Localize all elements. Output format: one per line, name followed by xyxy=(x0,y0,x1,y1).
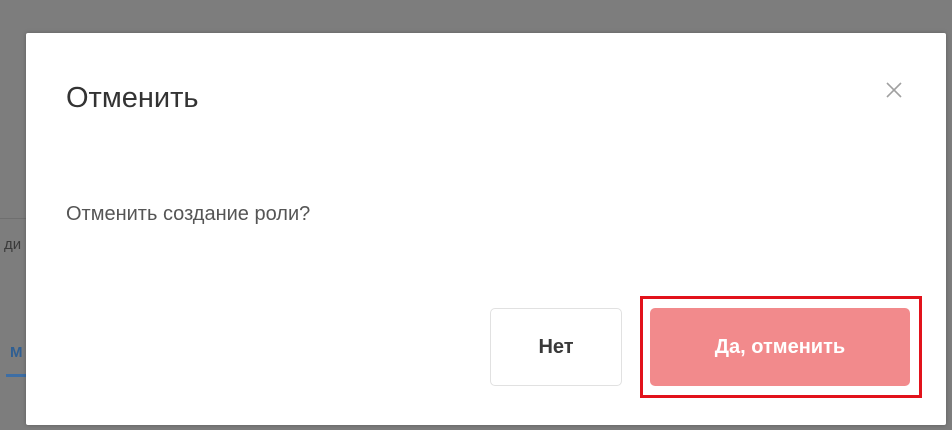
close-icon xyxy=(886,82,902,98)
background-partial-text: ди xyxy=(4,236,22,253)
background-partial-tab: М xyxy=(10,344,23,361)
confirm-cancel-button[interactable]: Да, отменить xyxy=(650,308,910,386)
dialog-message: Отменить создание роли? xyxy=(66,203,311,225)
dialog-title: Отменить xyxy=(66,82,199,114)
background-tab-underline xyxy=(6,374,26,377)
no-button[interactable]: Нет xyxy=(490,308,622,386)
cancel-dialog: Отменить Отменить создание роли? Нет Да,… xyxy=(26,33,946,425)
close-button[interactable] xyxy=(879,75,909,105)
